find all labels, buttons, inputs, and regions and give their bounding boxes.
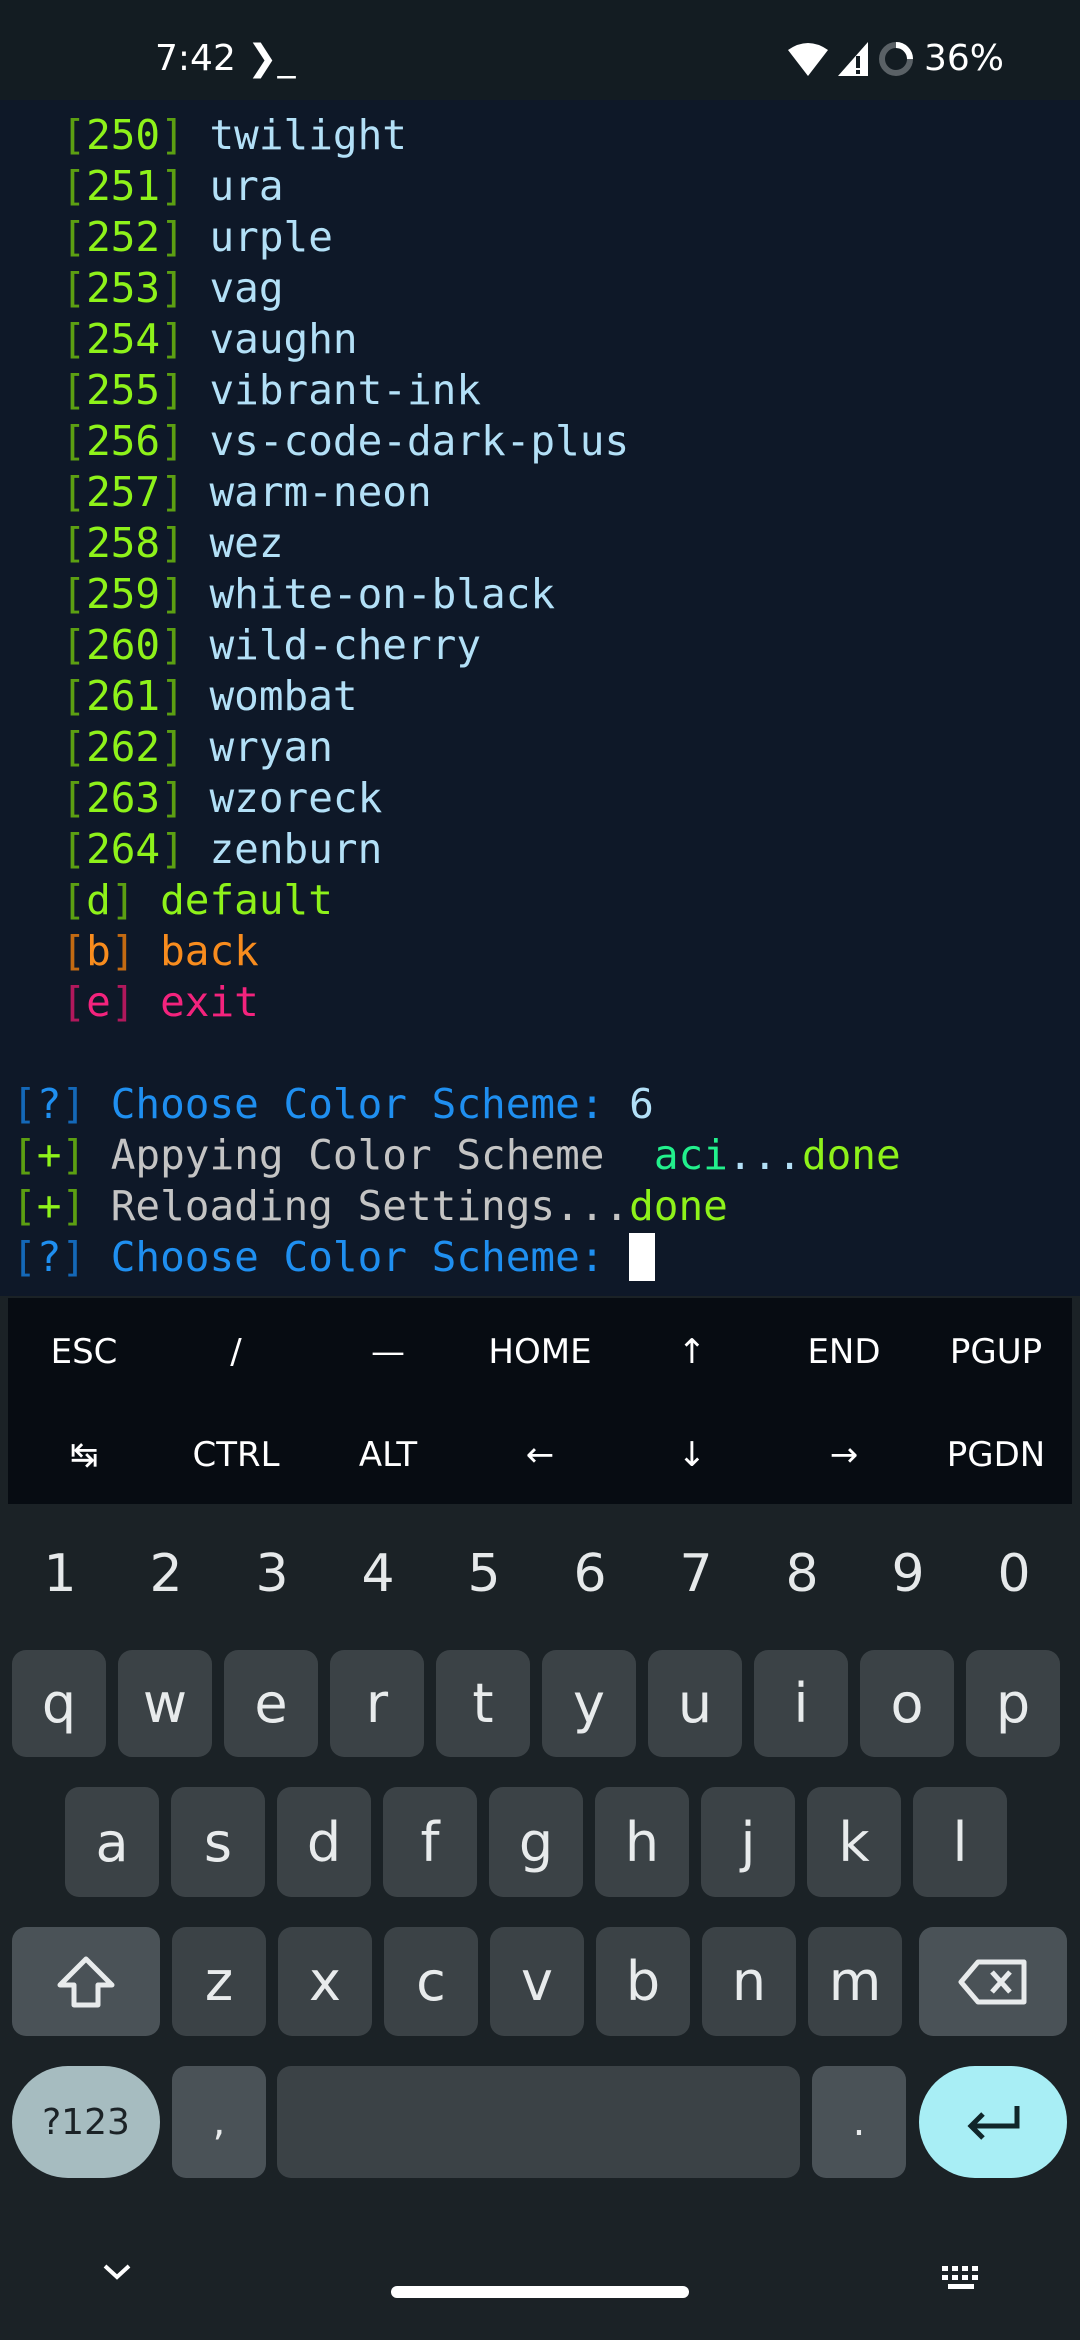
enter-key[interactable]: [919, 2066, 1067, 2178]
signal-icon: [837, 41, 868, 76]
key-i[interactable]: i: [754, 1650, 848, 1757]
extra-key[interactable]: ↓: [616, 1435, 768, 1475]
extra-key[interactable]: /: [160, 1332, 312, 1372]
extra-key[interactable]: PGDN: [920, 1435, 1072, 1475]
extra-key[interactable]: ↹: [8, 1435, 160, 1475]
key-l[interactable]: l: [913, 1787, 1007, 1897]
key-c[interactable]: c: [384, 1927, 478, 2036]
backspace-key[interactable]: [919, 1927, 1067, 2036]
scheme-item: [250] twilight: [61, 111, 407, 159]
scheme-item: [259] white-on-black: [61, 570, 556, 618]
key-g[interactable]: g: [489, 1787, 583, 1897]
battery-percent: 36%: [923, 38, 1004, 79]
terminal-output[interactable]: [250] twilight [251] ura [252] urple [25…: [0, 100, 1080, 1296]
wifi-icon: [787, 42, 828, 76]
key-t[interactable]: t: [436, 1650, 530, 1757]
key-3[interactable]: 3: [219, 1544, 325, 1604]
key-0[interactable]: 0: [961, 1544, 1067, 1604]
key-7[interactable]: 7: [643, 1544, 749, 1604]
key-5[interactable]: 5: [431, 1544, 537, 1604]
key-q[interactable]: q: [12, 1650, 106, 1757]
enter-icon: [967, 2106, 1020, 2140]
key-k[interactable]: k: [807, 1787, 901, 1897]
key-2[interactable]: 2: [113, 1544, 219, 1604]
key-o[interactable]: o: [860, 1650, 954, 1757]
extra-key[interactable]: →: [768, 1435, 920, 1475]
extra-key[interactable]: HOME: [464, 1332, 616, 1372]
soft-keyboard: 1 2 3 4 5 6 7 8 9 0 q w e r t y u i o p a s d f g h j k l z x c v b n m ?123…: [0, 1504, 1080, 2340]
extra-key[interactable]: ↑: [616, 1332, 768, 1372]
extra-key[interactable]: ESC: [8, 1332, 160, 1372]
cursor: [629, 1233, 656, 1281]
prompt-line: [?] Choose Color Scheme: 6: [12, 1080, 654, 1128]
terminal-prompt-icon: ❯_: [247, 38, 296, 79]
hide-keyboard-chevron-icon[interactable]: [102, 2262, 132, 2282]
scheme-item: [263] wzoreck: [61, 774, 383, 822]
extra-key[interactable]: END: [768, 1332, 920, 1372]
scheme-item: [251] ura: [61, 162, 284, 210]
key-u[interactable]: u: [648, 1650, 742, 1757]
battery-ring-icon: [878, 41, 913, 76]
backspace-icon: [958, 1959, 1027, 2004]
key-j[interactable]: j: [701, 1787, 795, 1897]
key-v[interactable]: v: [490, 1927, 584, 2036]
key-9[interactable]: 9: [855, 1544, 961, 1604]
space-key[interactable]: [277, 2066, 800, 2178]
key-r[interactable]: r: [330, 1650, 424, 1757]
scheme-item: [262] wryan: [61, 723, 333, 771]
reload-line: [+] Reloading Settings...done: [12, 1182, 728, 1230]
key-m[interactable]: m: [808, 1927, 902, 2036]
comma-key[interactable]: ,: [172, 2066, 266, 2178]
key-b[interactable]: b: [596, 1927, 690, 2036]
key-x[interactable]: x: [278, 1927, 372, 2036]
prompt-line-active: [?] Choose Color Scheme:: [12, 1232, 1080, 1283]
scheme-item: [255] vibrant-ink: [61, 366, 482, 414]
key-h[interactable]: h: [595, 1787, 689, 1897]
scheme-item: [257] warm-neon: [61, 468, 432, 516]
key-e[interactable]: e: [224, 1650, 318, 1757]
status-bar: 7:42 ❯_ 36%: [0, 0, 1080, 100]
extra-key[interactable]: ALT: [312, 1435, 464, 1475]
key-8[interactable]: 8: [749, 1544, 855, 1604]
scheme-item: [253] vag: [61, 264, 284, 312]
scheme-item: [261] wombat: [61, 672, 358, 720]
period-key[interactable]: .: [812, 2066, 906, 2178]
scheme-item: [254] vaughn: [61, 315, 358, 363]
apply-line: [+] Appying Color Scheme aci...done: [12, 1131, 901, 1179]
key-a[interactable]: a: [65, 1787, 159, 1897]
key-6[interactable]: 6: [537, 1544, 643, 1604]
home-handle[interactable]: [391, 2286, 689, 2298]
option-back: [b] back: [61, 927, 259, 975]
extra-key[interactable]: CTRL: [160, 1435, 312, 1475]
scheme-item: [264] zenburn: [61, 825, 383, 873]
clock: 7:42: [155, 38, 236, 79]
option-default: [d] default: [61, 876, 333, 924]
key-f[interactable]: f: [383, 1787, 477, 1897]
key-1[interactable]: 1: [7, 1544, 113, 1604]
shift-key[interactable]: [12, 1927, 160, 2036]
key-z[interactable]: z: [172, 1927, 266, 2036]
keyboard-switch-icon[interactable]: [940, 2264, 986, 2292]
symbols-key[interactable]: ?123: [12, 2066, 160, 2178]
extra-key[interactable]: PGUP: [920, 1332, 1072, 1372]
extra-key[interactable]: ←: [464, 1435, 616, 1475]
scheme-item: [256] vs-code-dark-plus: [61, 417, 630, 465]
extra-keys-bar: ESC / — HOME ↑ END PGUP ↹ CTRL ALT ← ↓ → PGDN: [8, 1298, 1072, 1504]
key-4[interactable]: 4: [325, 1544, 431, 1604]
scheme-item: [252] urple: [61, 213, 333, 261]
scheme-item: [260] wild-cherry: [61, 621, 482, 669]
key-w[interactable]: w: [118, 1650, 212, 1757]
extra-key[interactable]: —: [312, 1332, 464, 1372]
key-n[interactable]: n: [702, 1927, 796, 2036]
key-y[interactable]: y: [542, 1650, 636, 1757]
shift-icon: [57, 1956, 115, 2007]
scheme-item: [258] wez: [61, 519, 284, 567]
key-s[interactable]: s: [171, 1787, 265, 1897]
option-exit: [e] exit: [61, 978, 259, 1026]
key-p[interactable]: p: [966, 1650, 1060, 1757]
key-d[interactable]: d: [277, 1787, 371, 1897]
